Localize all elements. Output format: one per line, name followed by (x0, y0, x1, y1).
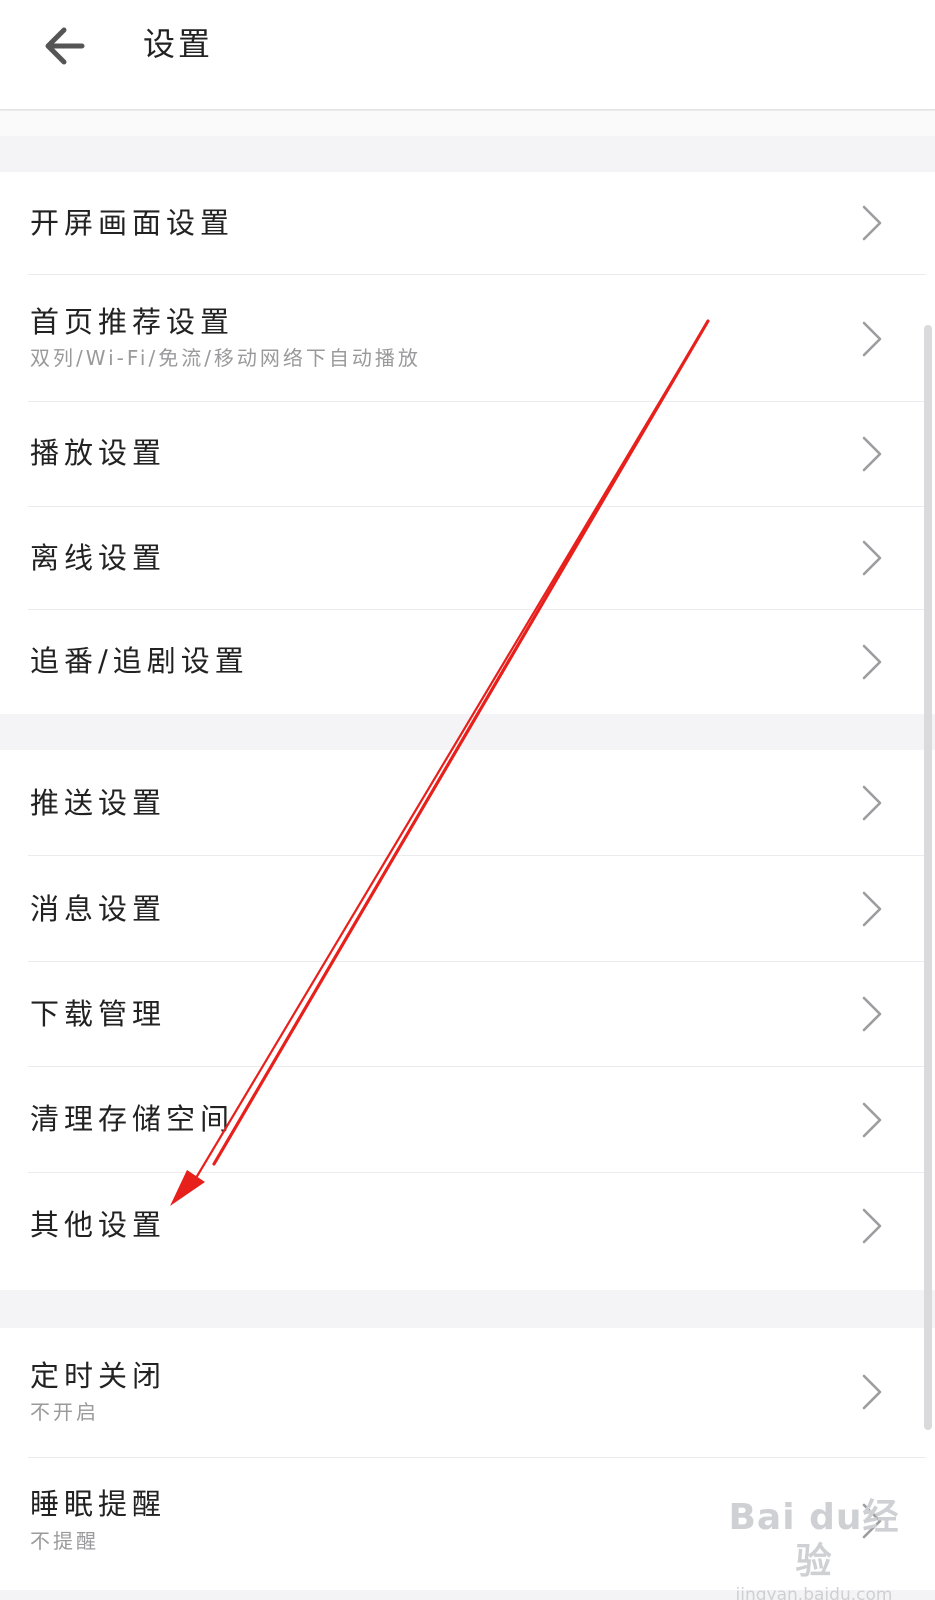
row-title: 推送设置 (30, 786, 167, 820)
chevron-right-icon (862, 644, 882, 680)
settings-row-splash[interactable]: 开屏画面设置 (0, 172, 935, 275)
settings-row-push[interactable]: 推送设置 (0, 750, 935, 856)
row-title: 睡眠提醒 (30, 1487, 167, 1521)
scrollbar[interactable] (924, 325, 932, 1430)
settings-row-playback[interactable]: 播放设置 (0, 402, 935, 507)
row-title: 开屏画面设置 (30, 206, 235, 240)
chevron-right-icon (862, 1374, 882, 1410)
watermark-url: jingyan.baidu.com (735, 1585, 893, 1600)
row-title: 清理存储空间 (30, 1102, 235, 1136)
arrow-left-icon[interactable] (34, 14, 98, 78)
chevron-right-icon (862, 785, 882, 821)
settings-row-home-recommend[interactable]: 首页推荐设置 双列/Wi-Fi/免流/移动网络下自动播放 (0, 275, 935, 402)
row-subtitle: 不开启 (30, 1400, 99, 1424)
page-title: 设置 (143, 25, 214, 63)
row-title: 离线设置 (30, 541, 167, 575)
row-title: 其他设置 (30, 1208, 167, 1242)
settings-row-downloads[interactable]: 下载管理 (0, 962, 935, 1067)
row-subtitle: 不提醒 (30, 1529, 99, 1553)
chevron-right-icon (862, 891, 882, 927)
row-title: 下载管理 (30, 997, 167, 1031)
settings-row-offline[interactable]: 离线设置 (0, 507, 935, 610)
header-spacer (0, 111, 935, 136)
settings-row-other[interactable]: 其他设置 (0, 1173, 935, 1290)
row-title: 定时关闭 (30, 1359, 167, 1393)
chevron-right-icon (862, 996, 882, 1032)
settings-screen: 设置 开屏画面设置 首页推荐设置 双列/Wi-Fi/免流/移动网络下自动播放 播… (0, 0, 935, 1600)
watermark-logo: Bai du经验 (728, 1497, 900, 1582)
settings-group-general: 开屏画面设置 首页推荐设置 双列/Wi-Fi/免流/移动网络下自动播放 播放设置… (0, 172, 935, 714)
row-title: 首页推荐设置 (30, 305, 235, 339)
chevron-right-icon (862, 540, 882, 576)
chevron-right-icon (862, 321, 882, 357)
chevron-right-icon (862, 1102, 882, 1138)
row-title: 消息设置 (30, 892, 167, 926)
settings-row-clear-storage[interactable]: 清理存储空间 (0, 1067, 935, 1173)
row-title: 追番/追剧设置 (30, 644, 249, 678)
settings-row-timer-off[interactable]: 定时关闭 不开启 (0, 1328, 935, 1458)
chevron-right-icon (862, 1208, 882, 1244)
app-header: 设置 (0, 0, 935, 110)
settings-row-follow-series[interactable]: 追番/追剧设置 (0, 610, 935, 714)
row-subtitle: 双列/Wi-Fi/免流/移动网络下自动播放 (30, 346, 421, 370)
row-title: 播放设置 (30, 436, 167, 470)
settings-group-notifications: 推送设置 消息设置 下载管理 清理存储空间 其他设置 (0, 750, 935, 1290)
settings-row-messages[interactable]: 消息设置 (0, 856, 935, 962)
chevron-right-icon (862, 436, 882, 472)
chevron-right-icon (862, 205, 882, 241)
baidu-jingyan-watermark: Bai du经验 jingyan.baidu.com (714, 1496, 914, 1600)
